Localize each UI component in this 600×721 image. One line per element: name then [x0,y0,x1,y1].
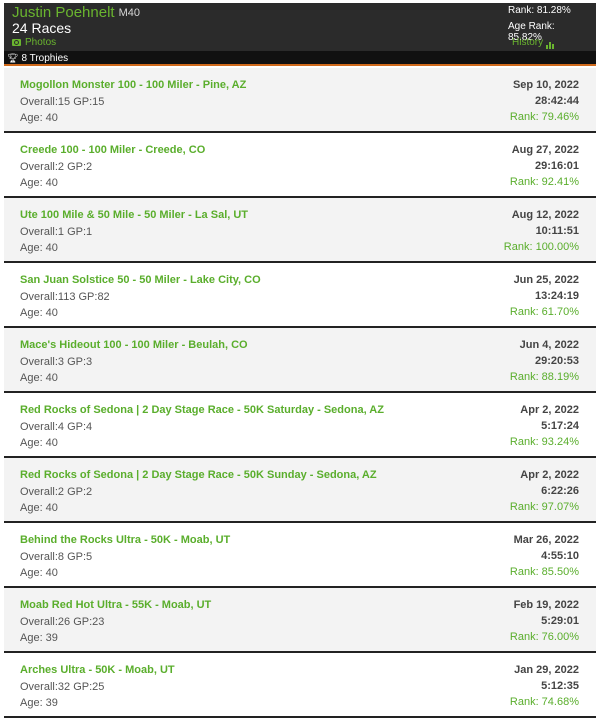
photos-link[interactable]: Photos [12,37,56,48]
race-rank: Rank: 61.70% [509,306,579,318]
race-date: Jan 29, 2022 [514,664,579,676]
race-date: Feb 19, 2022 [513,599,579,611]
race-age: Age: 39 [20,632,58,644]
race-overall-place: Overall:4 GP:4 [20,421,93,433]
race-finish-time: 28:42:44 [534,95,579,107]
race-title-link[interactable]: Red Rocks of Sedona | 2 Day Stage Race -… [20,469,377,481]
race-finish-time: 5:17:24 [541,420,579,432]
photos-label: Photos [25,37,57,48]
race-overall-place: Overall:1 GP:1 [20,226,93,238]
overall-rank: Rank: 81.28% [508,5,571,16]
race-finish-time: 29:16:01 [534,160,579,172]
camera-icon [12,39,21,46]
race-row[interactable]: Mogollon Monster 100 - 100 Miler - Pine,… [4,68,596,133]
race-rank: Rank: 74.68% [509,696,579,708]
race-title-link[interactable]: Creede 100 - 100 Miler - Creede, CO [20,144,205,156]
race-rank: Rank: 85.50% [509,566,579,578]
runner-name[interactable]: Justin Poehnelt [12,4,115,21]
race-age: Age: 40 [20,242,58,254]
history-label: History [512,37,544,48]
race-overall-place: Overall:26 GP:23 [20,616,105,628]
runner-category: M40 [118,7,140,19]
race-rank: Rank: 79.46% [509,111,579,123]
race-date: Apr 2, 2022 [520,469,579,481]
history-link[interactable]: History [512,37,555,49]
race-overall-place: Overall:2 GP:2 [20,486,93,498]
race-rank: Rank: 92.41% [509,176,579,188]
race-age: Age: 40 [20,112,58,124]
race-title-link[interactable]: Mace's Hideout 100 - 100 Miler - Beulah,… [20,339,248,351]
race-rank: Rank: 88.19% [509,371,579,383]
race-date: Sep 10, 2022 [512,79,579,91]
race-row[interactable]: Red Rocks of Sedona | 2 Day Stage Race -… [4,393,596,458]
race-finish-time: 4:55:10 [541,550,579,562]
profile-header: Justin Poehnelt M40 24 Races Photos Rank:… [4,3,596,51]
trophies-bar[interactable]: 🏆︎ 8 Trophies [4,51,596,66]
race-title-link[interactable]: Ute 100 Mile & 50 Mile - 50 Miler - La S… [20,209,248,221]
race-date: Jun 25, 2022 [513,274,579,286]
race-row[interactable]: Creede 100 - 100 Miler - Creede, CO Overa… [4,133,596,198]
race-row[interactable]: Ute 100 Mile & 50 Mile - 50 Miler - La S… [4,198,596,263]
race-date: Jun 4, 2022 [519,339,579,351]
race-row[interactable]: Mace's Hideout 100 - 100 Miler - Beulah,… [4,328,596,393]
race-overall-place: Overall:2 GP:2 [20,161,93,173]
race-age: Age: 40 [20,307,58,319]
race-date: Aug 27, 2022 [511,144,579,156]
race-rank: Rank: 97.07% [509,501,579,513]
race-age: Age: 40 [20,177,58,189]
race-title-link[interactable]: San Juan Solstice 50 - 50 Miler - Lake C… [20,274,261,286]
race-rank: Rank: 76.00% [509,631,579,643]
race-finish-time: 5:12:35 [541,680,579,692]
race-finish-time: 10:11:51 [535,225,579,237]
race-overall-place: Overall:15 GP:15 [20,96,105,108]
race-age: Age: 40 [20,437,58,449]
race-age: Age: 40 [20,567,58,579]
race-age: Age: 40 [20,502,58,514]
race-title-link[interactable]: Behind the Rocks Ultra - 50K - Moab, UT [20,534,230,546]
race-row[interactable]: Moab Red Hot Ultra - 55K - Moab, UT Overa… [4,588,596,653]
race-row[interactable]: Behind the Rocks Ultra - 50K - Moab, UT O… [4,523,596,588]
race-finish-time: 5:29:01 [541,615,579,627]
race-overall-place: Overall:32 GP:25 [20,681,105,693]
race-overall-place: Overall:113 GP:82 [20,291,110,303]
bar-chart-icon [546,38,555,49]
race-age: Age: 40 [20,372,58,384]
runner-profile: Justin Poehnelt M40 24 Races Photos Rank:… [4,3,596,721]
race-list: Mogollon Monster 100 - 100 Miler - Pine,… [4,68,596,718]
race-date: Mar 26, 2022 [513,534,579,546]
race-rank: Rank: 93.24% [509,436,579,448]
race-finish-time: 6:22:26 [541,485,579,497]
race-rank: Rank: 100.00% [503,241,579,253]
race-finish-time: 29:20:53 [534,355,579,367]
race-row[interactable]: Red Rocks of Sedona | 2 Day Stage Race -… [4,458,596,523]
race-title-link[interactable]: Moab Red Hot Ultra - 55K - Moab, UT [20,599,211,611]
race-row[interactable]: San Juan Solstice 50 - 50 Miler - Lake C… [4,263,596,328]
race-date: Aug 12, 2022 [511,209,579,221]
races-count: 24 Races [12,20,72,36]
race-title-link[interactable]: Mogollon Monster 100 - 100 Miler - Pine,… [20,79,246,91]
race-title-link[interactable]: Arches Ultra - 50K - Moab, UT [20,664,175,676]
race-overall-place: Overall:8 GP:5 [20,551,93,563]
race-overall-place: Overall:3 GP:3 [20,356,93,368]
race-age: Age: 39 [20,697,58,709]
race-title-link[interactable]: Red Rocks of Sedona | 2 Day Stage Race -… [20,404,384,416]
race-row[interactable]: Arches Ultra - 50K - Moab, UT Overall:32 … [4,653,596,718]
trophy-icon: 🏆︎ [7,53,19,63]
trophies-label: 8 Trophies [21,53,69,64]
race-finish-time: 13:24:19 [534,290,579,302]
race-date: Apr 2, 2022 [520,404,579,416]
runner-name-line: Justin Poehnelt M40 [12,4,140,21]
